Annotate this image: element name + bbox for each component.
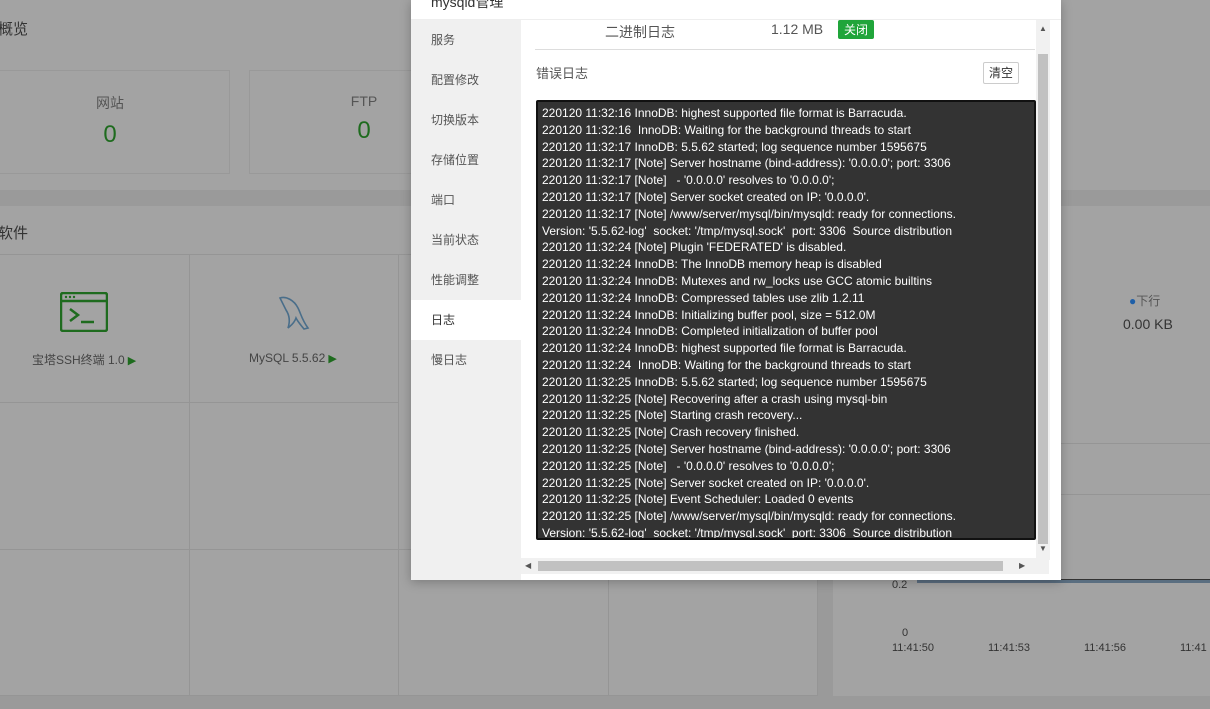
binlog-name: 二进制日志	[605, 24, 675, 40]
scroll-up-icon[interactable]: ▲	[1039, 24, 1047, 33]
log-line: 220120 11:32:25 [Note] /www/server/mysql…	[542, 509, 956, 524]
traffic-legend: ●下行	[1129, 292, 1160, 309]
stat-value: 0	[103, 121, 117, 148]
play-icon: ▶	[325, 353, 337, 365]
menu-item-service[interactable]: 服务	[411, 20, 521, 60]
log-line: 220120 11:32:24 InnoDB: Waiting for the …	[542, 357, 911, 372]
dialog-header: mysqld管理	[411, 0, 1061, 20]
log-line: 220120 11:32:25 [Note] Crash recovery fi…	[542, 425, 800, 440]
chart-series-line	[917, 580, 1210, 583]
software-label-text: MySQL 5.5.62	[249, 351, 326, 365]
log-line: 220120 11:32:17 [Note] - '0.0.0.0' resol…	[542, 173, 835, 188]
vertical-scrollbar[interactable]: ▲ ▼	[1036, 20, 1050, 560]
log-line: 220120 11:32:24 InnoDB: Initializing buf…	[542, 307, 876, 322]
traffic-legend-label: 下行	[1136, 294, 1161, 308]
log-line: 220120 11:32:24 InnoDB: Completed initia…	[542, 324, 878, 339]
log-line: 220120 11:32:25 [Note] Server socket cre…	[542, 475, 870, 490]
clear-log-button[interactable]: 清空	[983, 62, 1019, 84]
binlog-row: 二进制日志 1.12 MB 关闭	[535, 20, 1035, 50]
log-line: 220120 11:32:17 [Note] Server hostname (…	[542, 156, 951, 171]
log-line: 220120 11:32:25 [Note] Event Scheduler: …	[542, 492, 854, 507]
overview-title: 概览	[0, 21, 29, 38]
log-line: 220120 11:32:25 [Note] Starting crash re…	[542, 408, 803, 423]
log-line: 220120 11:32:24 InnoDB: Mutexes and rw_l…	[542, 273, 932, 288]
software-label[interactable]: 宝塔SSH终端 1.0 ▶	[32, 351, 136, 368]
log-content: 二进制日志 1.12 MB 关闭 错误日志 清空 220120 11:32:16…	[521, 20, 1061, 580]
chart-y-tick: 0	[902, 627, 909, 639]
menu-item-switch-version[interactable]: 切换版本	[411, 100, 521, 140]
menu-item-performance[interactable]: 性能调整	[411, 260, 521, 300]
side-menu: 服务 配置修改 切换版本 存储位置 端口 当前状态 性能调整 日志 慢日志	[411, 20, 521, 580]
chart-x-tick: 11:41:56	[1084, 642, 1127, 654]
menu-item-status[interactable]: 当前状态	[411, 220, 521, 260]
error-log-viewer[interactable]: 220120 11:32:16 InnoDB: highest supporte…	[536, 100, 1036, 540]
log-lines: 220120 11:32:16 InnoDB: highest supporte…	[538, 102, 1034, 540]
log-line: 220120 11:32:24 InnoDB: highest supporte…	[542, 341, 907, 356]
log-line: 220120 11:32:17 [Note] Server socket cre…	[542, 189, 870, 204]
log-line: 220120 11:32:24 InnoDB: The InnoDB memor…	[542, 257, 882, 272]
software-cell	[190, 550, 399, 696]
menu-item-port[interactable]: 端口	[411, 180, 521, 220]
menu-item-slow-log[interactable]: 慢日志	[411, 340, 521, 380]
software-cell	[190, 403, 399, 550]
software-title: 软件	[0, 225, 29, 242]
software-cell	[0, 403, 190, 550]
error-log-title: 错误日志	[536, 66, 589, 81]
binlog-status-toggle[interactable]: 关闭	[838, 20, 875, 39]
play-icon: ▶	[124, 355, 137, 367]
software-label[interactable]: MySQL 5.5.62 ▶	[249, 351, 337, 365]
menu-item-config[interactable]: 配置修改	[411, 60, 521, 100]
log-line: 220120 11:32:24 InnoDB: Compressed table…	[542, 290, 865, 305]
log-line: 220120 11:32:16 InnoDB: Waiting for the …	[542, 122, 911, 137]
log-line: 220120 11:32:17 [Note] /www/server/mysql…	[542, 206, 956, 221]
chart-x-tick: 11:41:50	[892, 642, 935, 654]
menu-item-logs[interactable]: 日志	[411, 300, 521, 340]
software-label-text: 宝塔SSH终端 1.0	[32, 353, 125, 367]
scroll-thumb[interactable]	[538, 561, 1003, 571]
log-line: Version: '5.5.62-log' socket: '/tmp/mysq…	[542, 223, 953, 238]
chart-x-tick: 11:41:53	[988, 642, 1031, 654]
chart-y-tick: 0.2	[892, 579, 908, 591]
log-line: 220120 11:32:25 InnoDB: 5.5.62 started; …	[542, 374, 927, 389]
scroll-left-icon[interactable]: ◀	[525, 561, 531, 570]
terminal-icon	[60, 292, 108, 332]
log-line: 220120 11:32:25 [Note] Recovering after …	[542, 391, 888, 406]
traffic-value: 0.00 KB	[1123, 316, 1173, 332]
log-line: 220120 11:32:25 [Note] - '0.0.0.0' resol…	[542, 458, 835, 473]
stat-label: 网站	[96, 95, 124, 111]
software-cell	[0, 550, 190, 696]
dialog-title: mysqld管理	[431, 0, 504, 10]
menu-item-storage[interactable]: 存储位置	[411, 140, 521, 180]
chart-x-tick: 11:41	[1180, 642, 1207, 654]
scroll-right-icon[interactable]: ▶	[1019, 561, 1025, 570]
horizontal-scrollbar[interactable]: ◀ ▶	[521, 558, 1049, 574]
binlog-size: 1.12 MB	[771, 21, 824, 37]
scroll-down-icon[interactable]: ▼	[1039, 544, 1047, 553]
log-line: 220120 11:32:24 [Note] Plugin 'FEDERATED…	[542, 240, 847, 255]
log-line: 220120 11:32:17 InnoDB: 5.5.62 started; …	[542, 139, 927, 154]
log-line: 220120 11:32:25 [Note] Server hostname (…	[542, 441, 951, 456]
stat-website[interactable]: 网站 0	[0, 70, 230, 174]
mysql-dolphin-icon	[278, 296, 310, 330]
log-line: 220120 11:32:16 InnoDB: highest supporte…	[542, 106, 907, 120]
mysqld-manager-dialog: mysqld管理 服务 配置修改 切换版本 存储位置 端口 当前状态 性能调整 …	[411, 0, 1061, 580]
scroll-thumb[interactable]	[1038, 54, 1048, 544]
log-line: Version: '5.5.62-log' socket: '/tmp/mysq…	[542, 525, 953, 540]
